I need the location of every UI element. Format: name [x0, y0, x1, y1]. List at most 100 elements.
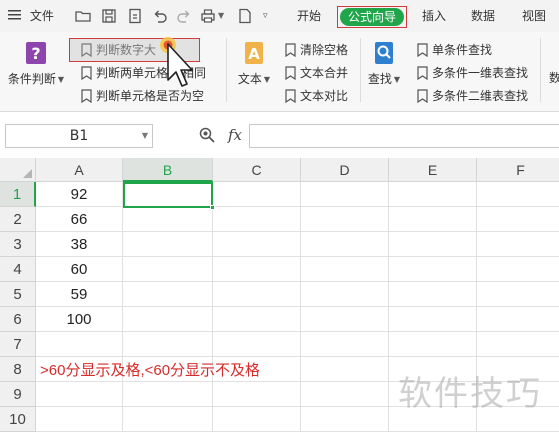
empty-cell[interactable] [123, 332, 213, 357]
file-menu[interactable]: 文件 [8, 0, 54, 32]
name-box[interactable]: B1 ▼ [5, 124, 153, 148]
empty-cell[interactable] [123, 207, 213, 232]
row-header-7[interactable]: 7 [0, 332, 36, 357]
column-header-d[interactable]: D [301, 158, 389, 182]
empty-cell[interactable] [477, 257, 559, 282]
empty-cell[interactable] [123, 307, 213, 332]
row-header-10[interactable]: 10 [0, 407, 36, 432]
select-all-corner[interactable] [0, 158, 36, 182]
column-header-e[interactable]: E [389, 158, 477, 182]
empty-cell[interactable] [123, 257, 213, 282]
clear-spaces-button[interactable]: 清除空格 [282, 40, 348, 60]
empty-cell[interactable] [213, 182, 301, 207]
column-header-a[interactable]: A [36, 158, 123, 182]
row-header-8[interactable]: 8 [0, 357, 36, 382]
tab-insert[interactable]: 插入 [422, 0, 446, 32]
empty-cell[interactable] [389, 232, 477, 257]
text-merge-button[interactable]: 文本合并 [282, 63, 348, 83]
empty-cell[interactable] [477, 332, 559, 357]
print-icon[interactable] [200, 8, 216, 24]
condition-judge-button[interactable]: ? 条件判断 ▼ [6, 40, 66, 87]
empty-cell[interactable] [477, 207, 559, 232]
single-condition-lookup-button[interactable]: 单条件查找 [414, 40, 492, 60]
undo-icon[interactable] [152, 8, 168, 24]
column-header-c[interactable]: C [213, 158, 301, 182]
empty-cell[interactable] [301, 182, 389, 207]
cell-a2[interactable]: 66 [36, 207, 123, 232]
empty-cell[interactable] [301, 282, 389, 307]
empty-cell[interactable] [301, 207, 389, 232]
fill-handle[interactable] [210, 205, 215, 210]
empty-cell[interactable] [213, 332, 301, 357]
row-header-9[interactable]: 9 [0, 382, 36, 407]
empty-cell[interactable] [213, 407, 301, 432]
empty-cell[interactable] [213, 307, 301, 332]
tab-home[interactable]: 开始 [297, 0, 321, 32]
row-header-1[interactable]: 1 [0, 182, 36, 207]
empty-cell[interactable] [389, 182, 477, 207]
zoom-search-icon[interactable] [198, 126, 216, 144]
text-button[interactable]: A 文本 ▼ [232, 40, 276, 87]
redo-icon[interactable] [176, 8, 192, 24]
empty-cell[interactable] [389, 332, 477, 357]
empty-cell[interactable] [389, 282, 477, 307]
cell-a4[interactable]: 60 [36, 257, 123, 282]
empty-cell[interactable] [477, 232, 559, 257]
empty-cell[interactable] [389, 307, 477, 332]
new-document-icon[interactable] [237, 8, 253, 24]
empty-cell[interactable] [36, 382, 123, 407]
row-header-2[interactable]: 2 [0, 207, 36, 232]
empty-cell[interactable] [213, 282, 301, 307]
tab-data[interactable]: 数据 [471, 0, 495, 32]
text-compare-button[interactable]: 文本对比 [282, 86, 348, 106]
more-functions-button[interactable]: 数 [531, 68, 559, 88]
print-dropdown-icon[interactable]: ▼ [218, 0, 224, 32]
multi-condition-1d-lookup-button[interactable]: 多条件一维表查找 [414, 63, 528, 83]
empty-cell[interactable] [301, 257, 389, 282]
empty-cell[interactable] [123, 232, 213, 257]
empty-cell[interactable] [123, 407, 213, 432]
empty-cell[interactable] [301, 407, 389, 432]
empty-cell[interactable] [301, 382, 389, 407]
column-header-f[interactable]: F [477, 158, 559, 182]
empty-cell[interactable] [123, 282, 213, 307]
empty-cell[interactable] [477, 182, 559, 207]
empty-cell[interactable] [477, 282, 559, 307]
row-header-6[interactable]: 6 [0, 307, 36, 332]
empty-cell[interactable] [389, 207, 477, 232]
empty-cell[interactable] [301, 307, 389, 332]
multi-condition-2d-lookup-button[interactable]: 多条件二维表查找 [414, 86, 528, 106]
customize-toolbar-icon[interactable]: ▿ [263, 0, 268, 32]
row-header-4[interactable]: 4 [0, 257, 36, 282]
lookup-button[interactable]: 查找 ▼ [364, 40, 404, 87]
judge-number-size-button[interactable]: 判断数字大 [78, 40, 156, 60]
cell-a6[interactable]: 100 [36, 307, 123, 332]
empty-cell[interactable] [301, 332, 389, 357]
empty-cell[interactable] [477, 307, 559, 332]
empty-cell[interactable] [389, 257, 477, 282]
row-header-5[interactable]: 5 [0, 282, 36, 307]
empty-cell[interactable] [36, 407, 123, 432]
insert-function-button[interactable]: fx [228, 126, 242, 144]
tab-formula-wizard[interactable]: 公式向导 [337, 6, 407, 28]
empty-cell[interactable] [301, 357, 389, 382]
tab-view[interactable]: 视图 [522, 0, 546, 32]
column-header-b[interactable]: B [123, 158, 213, 182]
row-header-3[interactable]: 3 [0, 232, 36, 257]
formula-input[interactable] [249, 124, 559, 148]
export-pdf-icon[interactable] [127, 8, 143, 24]
cell-a1[interactable]: 92 [36, 182, 123, 207]
empty-cell[interactable] [301, 232, 389, 257]
active-cell-b1[interactable] [123, 182, 215, 210]
empty-cell[interactable] [213, 207, 301, 232]
save-icon[interactable] [101, 8, 117, 24]
empty-cell[interactable] [213, 382, 301, 407]
empty-cell[interactable] [123, 382, 213, 407]
cell-a3[interactable]: 38 [36, 232, 123, 257]
open-folder-icon[interactable] [75, 8, 91, 24]
empty-cell[interactable] [36, 332, 123, 357]
empty-cell[interactable] [213, 257, 301, 282]
cell-a5[interactable]: 59 [36, 282, 123, 307]
cell-a8-note[interactable]: >60分显示及格,<60分显示不及格 [40, 358, 260, 383]
empty-cell[interactable] [213, 232, 301, 257]
